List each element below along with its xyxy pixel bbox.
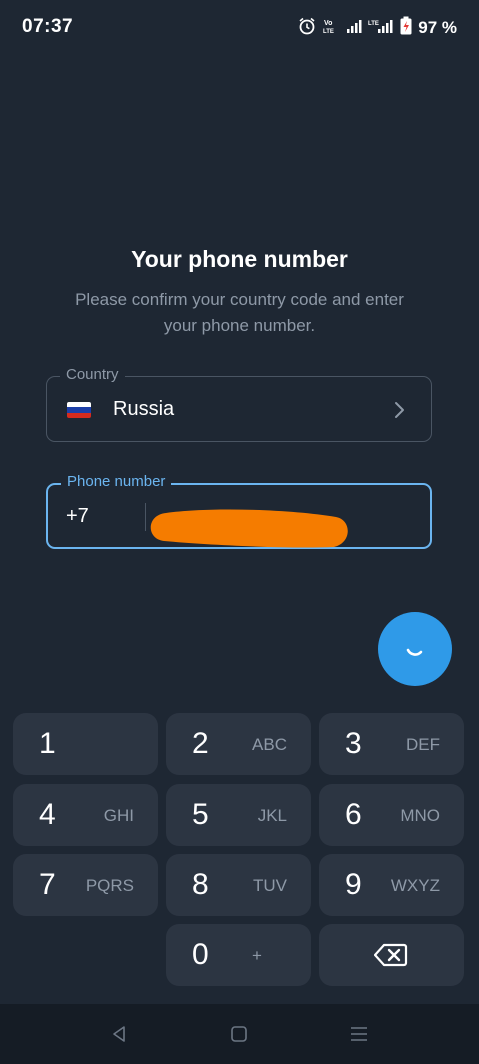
- key-letters: PQRS: [85, 876, 134, 895]
- alarm-icon: [298, 17, 316, 40]
- system-navigation-bar: [0, 1004, 479, 1064]
- country-selector[interactable]: Country Russia: [46, 366, 432, 442]
- key-letters: MNO: [400, 806, 440, 825]
- key-4[interactable]: 4 GHI: [13, 784, 158, 846]
- key-digit: 4: [39, 798, 56, 831]
- backspace-icon: [374, 943, 408, 967]
- signal-icon: [346, 18, 362, 39]
- key-letters: JKL: [257, 806, 287, 825]
- key-5[interactable]: 5 JKL: [166, 784, 311, 846]
- key-0[interactable]: 0 +: [166, 924, 311, 986]
- next-button[interactable]: [378, 612, 452, 686]
- country-field-label: Country: [60, 366, 125, 383]
- lte-signal-icon: LTE: [368, 18, 394, 39]
- key-1[interactable]: 1: [13, 713, 158, 775]
- battery-percent: 97 %: [418, 18, 457, 37]
- battery-icon: [400, 16, 412, 40]
- key-8[interactable]: 8 TUV: [166, 854, 311, 916]
- russia-flag-icon: [67, 402, 91, 418]
- svg-text:LTE: LTE: [323, 29, 334, 35]
- key-letters: +: [252, 946, 262, 965]
- key-letters: GHI: [103, 806, 134, 825]
- home-icon[interactable]: [229, 1024, 249, 1044]
- status-icons: Vo LTE LTE 97 %: [298, 16, 457, 40]
- phone-field-label: Phone number: [61, 473, 172, 490]
- country-code[interactable]: +7: [66, 505, 89, 528]
- key-9[interactable]: 9 WXYZ: [319, 854, 464, 916]
- key-digit: 3: [345, 727, 362, 760]
- menu-icon[interactable]: [349, 1024, 369, 1044]
- key-6[interactable]: 6 MNO: [319, 784, 464, 846]
- phone-divider: [145, 503, 146, 531]
- loading-spinner-icon: [406, 648, 423, 656]
- status-time: 07:37: [22, 16, 74, 37]
- key-digit: 7: [39, 868, 56, 901]
- key-letters: WXYZ: [390, 876, 440, 895]
- key-digit: 6: [345, 798, 362, 831]
- country-name: Russia: [113, 398, 175, 420]
- svg-text:LTE: LTE: [368, 21, 379, 27]
- back-icon[interactable]: [109, 1024, 129, 1044]
- chevron-right-icon: [395, 402, 404, 418]
- key-2[interactable]: 2 ABC: [166, 713, 311, 775]
- key-digit: 0: [192, 938, 209, 971]
- svg-text:Vo: Vo: [324, 20, 332, 27]
- key-digit: 9: [345, 868, 362, 901]
- volte-icon: Vo LTE: [322, 17, 340, 40]
- key-digit: 5: [192, 798, 209, 831]
- key-7[interactable]: 7 PQRS: [13, 854, 158, 916]
- key-letters: DEF: [406, 735, 440, 754]
- key-digit: 1: [39, 727, 56, 760]
- status-bar: 07:37 Vo LTE LTE 97 %: [0, 0, 479, 56]
- redaction-mark: [150, 509, 348, 548]
- page-title: Your phone number: [131, 246, 348, 272]
- key-3[interactable]: 3 DEF: [319, 713, 464, 775]
- backspace-key[interactable]: [319, 924, 464, 986]
- key-digit: 2: [192, 727, 209, 760]
- key-digit: 8: [192, 868, 209, 901]
- key-letters: ABC: [252, 735, 287, 754]
- key-letters: TUV: [253, 876, 287, 895]
- page-subtitle: Please confirm your country code and ent…: [75, 290, 404, 335]
